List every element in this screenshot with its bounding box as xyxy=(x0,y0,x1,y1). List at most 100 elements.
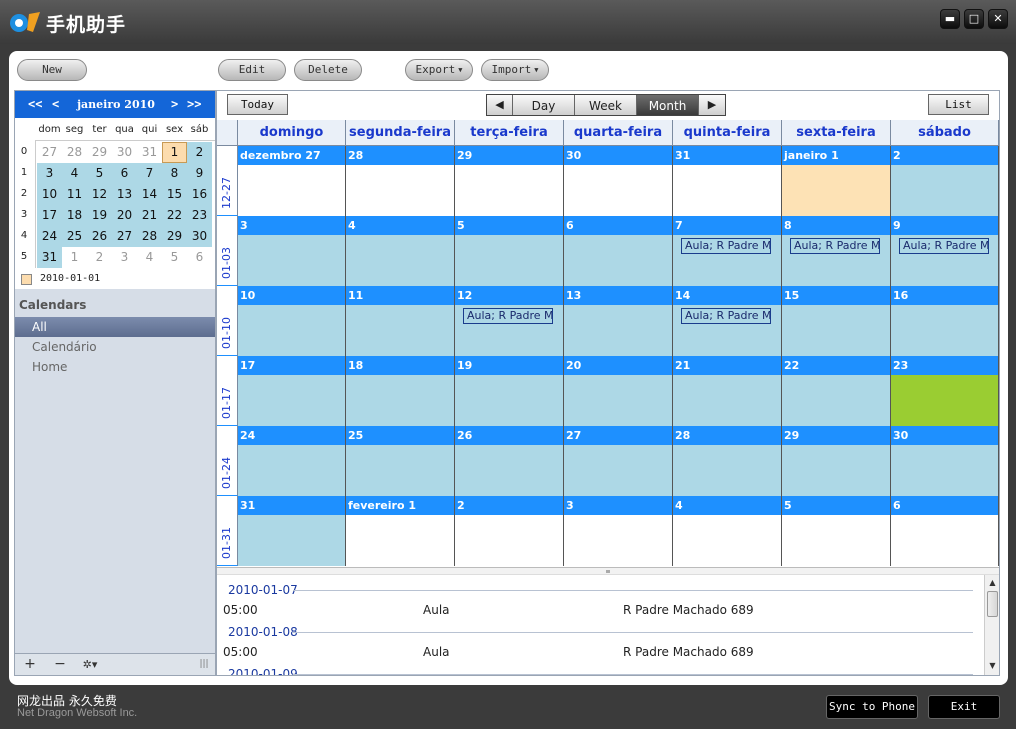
mini-calendar-day[interactable]: 28 xyxy=(62,142,87,163)
day-cell[interactable]: 10 xyxy=(238,286,346,356)
next-period-button[interactable]: ▶ xyxy=(699,95,725,115)
mini-calendar-day[interactable]: 5 xyxy=(87,163,112,184)
mini-calendar-day[interactable]: 27 xyxy=(37,142,62,163)
mini-calendar-day[interactable]: 29 xyxy=(162,226,187,247)
calendar-item-all[interactable]: All xyxy=(15,317,215,337)
list-event-time[interactable]: 05:00 xyxy=(223,645,258,659)
sync-to-phone-button[interactable]: Sync to Phone xyxy=(826,695,918,719)
mini-calendar-day[interactable]: 8 xyxy=(162,163,187,184)
exit-button[interactable]: Exit xyxy=(928,695,1000,719)
calendar-event[interactable]: Aula; R Padre M xyxy=(790,238,880,254)
mini-calendar-day[interactable]: 16 xyxy=(187,184,212,205)
list-event-location[interactable]: R Padre Machado 689 xyxy=(623,603,754,617)
mini-calendar-day[interactable]: 24 xyxy=(37,226,62,247)
day-cell[interactable]: 20 xyxy=(564,356,673,426)
day-cell[interactable]: 24 xyxy=(238,426,346,496)
edit-button[interactable]: Edit xyxy=(218,59,286,81)
mini-calendar-day[interactable]: 29 xyxy=(87,142,112,163)
day-cell[interactable]: janeiro 1 xyxy=(782,146,891,216)
mini-calendar-day[interactable]: 18 xyxy=(62,205,87,226)
day-cell[interactable]: 6 xyxy=(564,216,673,286)
mini-calendar-day[interactable]: 26 xyxy=(87,226,112,247)
mini-calendar-day[interactable]: 10 xyxy=(37,184,62,205)
mini-calendar-day[interactable]: 3 xyxy=(37,163,62,184)
day-cell[interactable]: 31 xyxy=(238,496,346,566)
day-cell[interactable]: 23 xyxy=(891,356,999,426)
day-cell[interactable]: 5 xyxy=(782,496,891,566)
scroll-up-icon[interactable]: ▲ xyxy=(987,577,998,589)
mini-calendar-day[interactable]: 2 xyxy=(87,247,112,268)
day-cell[interactable]: 28 xyxy=(673,426,782,496)
mini-calendar-day[interactable]: 3 xyxy=(112,247,137,268)
day-cell[interactable]: 30 xyxy=(891,426,999,496)
day-cell[interactable]: 15 xyxy=(782,286,891,356)
mini-calendar-day[interactable]: 23 xyxy=(187,205,212,226)
mini-calendar-day[interactable]: 13 xyxy=(112,184,137,205)
next-year-button[interactable]: >> xyxy=(187,97,201,111)
prev-month-button[interactable]: < xyxy=(52,97,59,111)
mini-calendar-day[interactable]: 27 xyxy=(112,226,137,247)
settings-gear-icon[interactable]: ✲▾ xyxy=(77,656,103,673)
mini-calendar-day[interactable]: 17 xyxy=(37,205,62,226)
mini-calendar-day[interactable]: 7 xyxy=(137,163,162,184)
day-cell[interactable]: 6 xyxy=(891,496,999,566)
list-scrollbar[interactable]: ▲ ▼ xyxy=(984,575,999,675)
day-cell[interactable]: 29 xyxy=(782,426,891,496)
mini-calendar-day[interactable]: 1 xyxy=(162,142,187,163)
calendar-event[interactable]: Aula; R Padre M xyxy=(463,308,553,324)
mini-calendar-day[interactable]: 6 xyxy=(112,163,137,184)
mini-calendar-day[interactable]: 2 xyxy=(187,142,212,163)
mini-calendar-day[interactable]: 9 xyxy=(187,163,212,184)
export-button[interactable]: Export ▼ xyxy=(405,59,473,81)
day-cell[interactable]: 28 xyxy=(346,146,455,216)
minimize-button[interactable]: ▬ xyxy=(940,9,960,29)
calendar-item-calendario[interactable]: Calendário xyxy=(15,337,215,357)
calendar-event[interactable]: Aula; R Padre M xyxy=(899,238,989,254)
splitter-handle[interactable] xyxy=(217,567,999,575)
today-button[interactable]: Today xyxy=(227,94,288,115)
day-cell[interactable]: 5 xyxy=(455,216,564,286)
day-cell[interactable]: 26 xyxy=(455,426,564,496)
list-button[interactable]: List xyxy=(928,94,989,115)
mini-calendar-day[interactable]: 19 xyxy=(87,205,112,226)
day-cell[interactable]: 12 Aula; R Padre M xyxy=(455,286,564,356)
mini-calendar-day[interactable]: 6 xyxy=(187,247,212,268)
list-event-title[interactable]: Aula xyxy=(423,645,450,659)
tab-day[interactable]: Day xyxy=(513,95,575,115)
day-cell[interactable]: 16 xyxy=(891,286,999,356)
day-cell[interactable]: 27 xyxy=(564,426,673,496)
day-cell[interactable]: dezembro 27 xyxy=(238,146,346,216)
remove-calendar-button[interactable]: − xyxy=(47,656,73,673)
day-cell[interactable]: 4 xyxy=(673,496,782,566)
day-cell[interactable]: 3 xyxy=(564,496,673,566)
next-month-button[interactable]: > xyxy=(171,97,178,111)
mini-calendar-day[interactable]: 4 xyxy=(137,247,162,268)
day-cell[interactable]: 9 Aula; R Padre M xyxy=(891,216,999,286)
close-button[interactable]: ✕ xyxy=(988,9,1008,29)
day-cell[interactable]: 11 xyxy=(346,286,455,356)
calendar-event[interactable]: Aula; R Padre M xyxy=(681,308,771,324)
day-cell[interactable]: 2 xyxy=(455,496,564,566)
list-event-title[interactable]: Aula xyxy=(423,603,450,617)
day-cell[interactable]: 14 Aula; R Padre M xyxy=(673,286,782,356)
delete-button[interactable]: Delete xyxy=(294,59,362,81)
day-cell[interactable]: 17 xyxy=(238,356,346,426)
day-cell[interactable]: 19 xyxy=(455,356,564,426)
prev-period-button[interactable]: ◀ xyxy=(487,95,513,115)
mini-calendar-day[interactable]: 28 xyxy=(137,226,162,247)
mini-calendar-day[interactable]: 15 xyxy=(162,184,187,205)
calendar-item-home[interactable]: Home xyxy=(15,357,215,377)
mini-calendar-day[interactable]: 14 xyxy=(137,184,162,205)
day-cell[interactable]: 21 xyxy=(673,356,782,426)
day-cell[interactable]: 4 xyxy=(346,216,455,286)
day-cell[interactable]: 31 xyxy=(673,146,782,216)
list-event-time[interactable]: 05:00 xyxy=(223,603,258,617)
day-cell[interactable]: 3 xyxy=(238,216,346,286)
mini-calendar-day[interactable]: 21 xyxy=(137,205,162,226)
day-cell[interactable]: 7 Aula; R Padre M xyxy=(673,216,782,286)
day-cell[interactable]: 8 Aula; R Padre M xyxy=(782,216,891,286)
mini-calendar-day[interactable]: 11 xyxy=(62,184,87,205)
maximize-button[interactable]: □ xyxy=(964,9,984,29)
mini-calendar-day[interactable]: 25 xyxy=(62,226,87,247)
mini-calendar-day[interactable]: 1 xyxy=(62,247,87,268)
